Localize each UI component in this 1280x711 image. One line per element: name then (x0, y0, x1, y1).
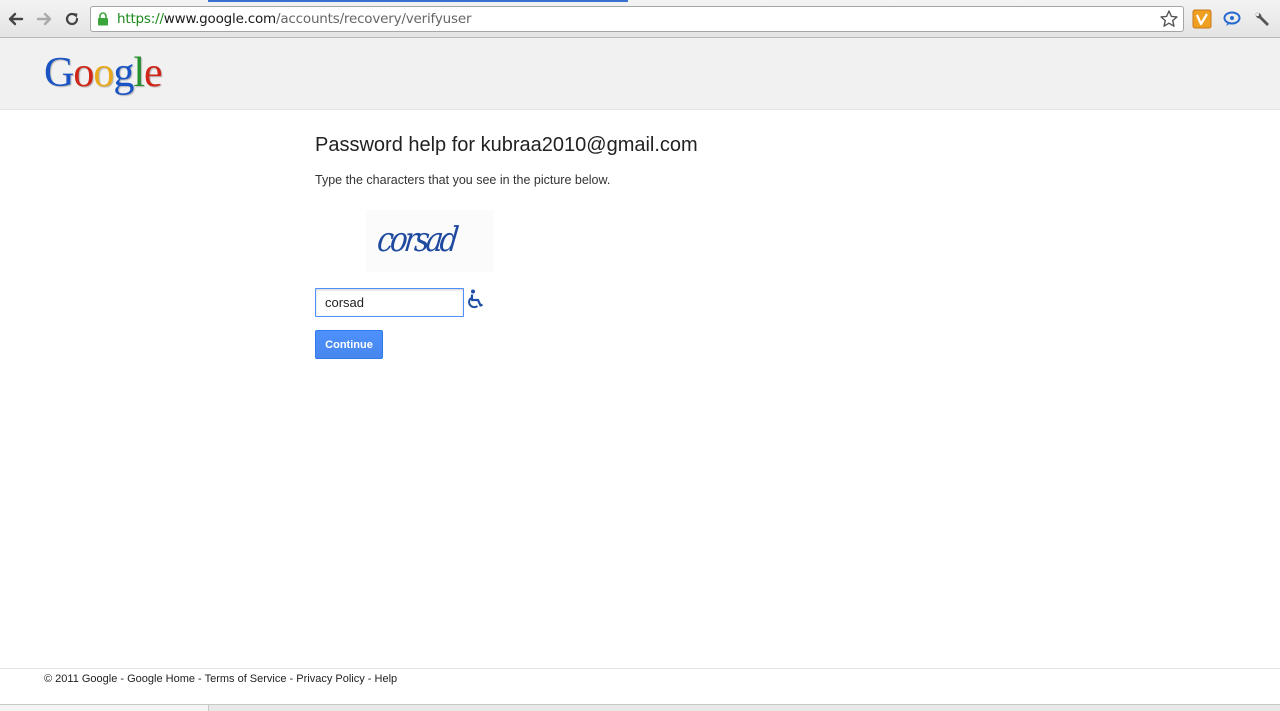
logo-letter: e (144, 50, 163, 96)
chat-extension-icon[interactable] (1222, 9, 1242, 29)
logo-letter: l (133, 50, 145, 96)
footer-separator: - (364, 673, 375, 685)
logo-letter: g (113, 50, 134, 96)
captcha-instructions: Type the characters that you see in the … (315, 173, 611, 187)
main-content: Password help for kubraa2010@gmail.com T… (315, 132, 915, 359)
logo-letter: G (44, 50, 74, 96)
captcha-answer-input[interactable] (315, 288, 464, 317)
footer-separator: - (117, 673, 128, 685)
footer-separator: - (195, 673, 205, 685)
browser-toolbar: https://www.google.com/accounts/recovery… (0, 0, 1280, 38)
google-header: Google (0, 38, 1280, 110)
address-bar[interactable]: https://www.google.com/accounts/recovery… (90, 6, 1184, 32)
logo-letter: o (93, 50, 114, 96)
continue-button[interactable]: Continue (315, 330, 383, 359)
active-tab-indicator (208, 0, 628, 2)
copyright-text: © 2011 Google (44, 673, 118, 685)
footer-link-privacy[interactable]: Privacy Policy (296, 673, 364, 685)
url-text: https://www.google.com/accounts/recovery… (117, 11, 472, 27)
captcha-image: corsad (366, 210, 494, 272)
accessibility-icon[interactable] (467, 289, 485, 309)
lock-icon (98, 12, 108, 26)
footer-separator: - (286, 673, 297, 685)
footer-link-terms[interactable]: Terms of Service (205, 673, 287, 685)
star-icon[interactable] (1159, 9, 1179, 29)
logo-letter: o (73, 50, 94, 96)
browser-status-bar (0, 704, 1280, 711)
captcha-text: corsad (375, 220, 458, 260)
url-host: www.google.com (163, 11, 277, 27)
back-button[interactable] (5, 8, 27, 30)
forward-button[interactable] (33, 8, 55, 30)
reload-button[interactable] (61, 8, 83, 30)
url-scheme: https:// (117, 11, 164, 27)
url-path: /accounts/recovery/verifyuser (276, 11, 472, 27)
download-shelf-tab (0, 705, 209, 711)
reload-icon (65, 12, 79, 26)
footer-links: © 2011 Google - Google Home - Terms of S… (44, 673, 397, 685)
footer-link-help[interactable]: Help (375, 673, 398, 685)
vimeo-extension-icon[interactable] (1192, 9, 1212, 29)
wrench-icon[interactable] (1252, 9, 1272, 29)
forward-arrow-icon (36, 12, 52, 26)
footer-link-google-home[interactable]: Google Home (127, 673, 195, 685)
page-title: Password help for kubraa2010@gmail.com (315, 134, 698, 156)
google-logo[interactable]: Google (44, 49, 163, 97)
back-arrow-icon (8, 12, 24, 26)
footer: © 2011 Google - Google Home - Terms of S… (0, 668, 1280, 704)
